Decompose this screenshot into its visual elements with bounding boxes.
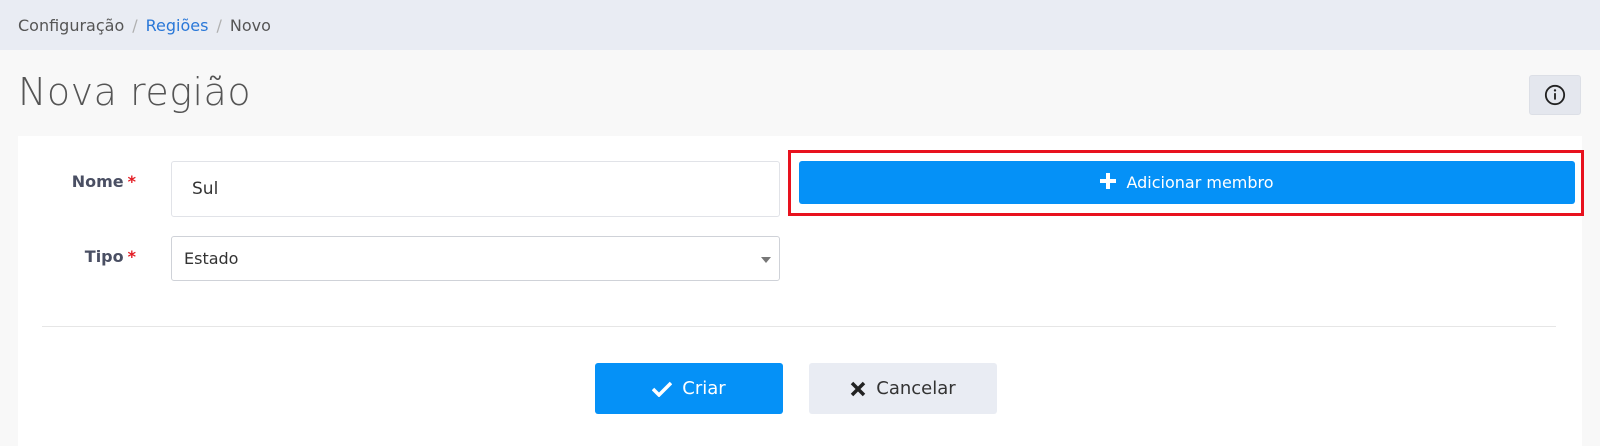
breadcrumb-separator: / (132, 15, 138, 35)
name-input[interactable] (171, 161, 780, 217)
type-label-text: Tipo (84, 247, 124, 266)
name-label: Nome * (50, 172, 136, 191)
name-label-text: Nome (71, 172, 124, 191)
type-label: Tipo * (50, 247, 136, 266)
form-divider (42, 326, 1556, 327)
breadcrumb: Configuração / Regiões / Novo (0, 0, 1600, 50)
type-select-value: Estado (184, 249, 239, 268)
page-title: Nova região (18, 70, 252, 114)
check-icon (652, 381, 673, 397)
info-circle-icon (1544, 84, 1566, 106)
close-icon (850, 381, 866, 397)
breadcrumb-item-regioes[interactable]: Regiões (146, 16, 209, 35)
cancel-button[interactable]: Cancelar (809, 363, 997, 414)
cancel-label: Cancelar (876, 378, 956, 399)
breadcrumb-item-novo: Novo (229, 15, 271, 35)
plus-icon (1100, 172, 1117, 194)
type-select[interactable]: Estado (171, 236, 780, 281)
add-member-label: Adicionar membro (1126, 173, 1274, 192)
required-mark: * (127, 247, 136, 266)
info-button[interactable] (1529, 75, 1581, 115)
required-mark: * (127, 172, 136, 191)
caret-down-icon (761, 257, 771, 263)
create-button[interactable]: Criar (595, 363, 783, 414)
create-label: Criar (682, 378, 726, 399)
breadcrumb-item-configuracao[interactable]: Configuração (18, 16, 124, 35)
breadcrumb-separator: / (216, 15, 222, 35)
add-member-button[interactable]: Adicionar membro (799, 161, 1575, 204)
